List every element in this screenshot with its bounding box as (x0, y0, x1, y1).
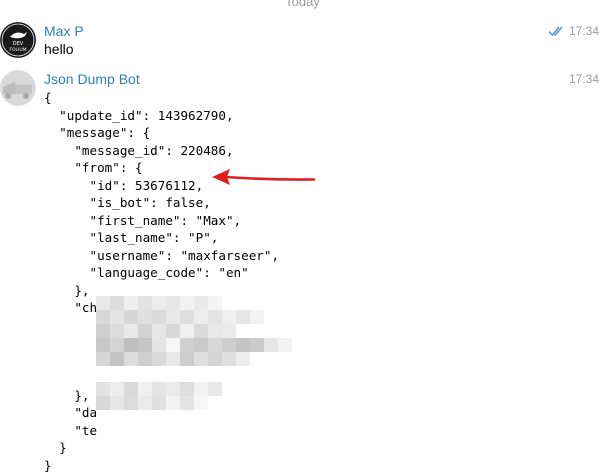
annotation-arrow-icon (208, 167, 318, 191)
code-line: "message_id": 220486, (44, 142, 279, 160)
avatar-text-line1: DEV (13, 41, 24, 47)
code-line: } (44, 439, 279, 457)
json-dump-code-block: { "update_id": 143962790, "message": { "… (44, 89, 279, 474)
message-time: 17:34 (569, 24, 599, 38)
code-line: "is_bot": false, (44, 194, 279, 212)
sender-name[interactable]: Max P (44, 23, 84, 39)
code-line: "username": "maxfarseer", (44, 247, 279, 265)
avatar-max-p[interactable]: DEV FOLIUM (0, 22, 36, 58)
pixelated-redaction (96, 296, 296, 414)
code-line: "last_name": "P", (44, 229, 279, 247)
sender-name[interactable]: Json Dump Bot (44, 71, 140, 87)
date-separator: Today (0, 0, 605, 9)
code-line: { (44, 89, 279, 107)
code-line: "first_name": "Max", (44, 212, 279, 230)
avatar-text-line2: FOLIUM (9, 47, 26, 53)
avatar-json-dump-bot[interactable] (0, 70, 36, 106)
code-line: "message": { (44, 124, 279, 142)
message-text: hello (44, 41, 74, 57)
code-line: "te (44, 422, 279, 440)
code-line: } (44, 457, 279, 474)
double-check-icon (548, 24, 566, 42)
message-time: 17:34 (569, 72, 599, 86)
code-line: "language_code": "en" (44, 264, 279, 282)
code-line: "update_id": 143962790, (44, 107, 279, 125)
